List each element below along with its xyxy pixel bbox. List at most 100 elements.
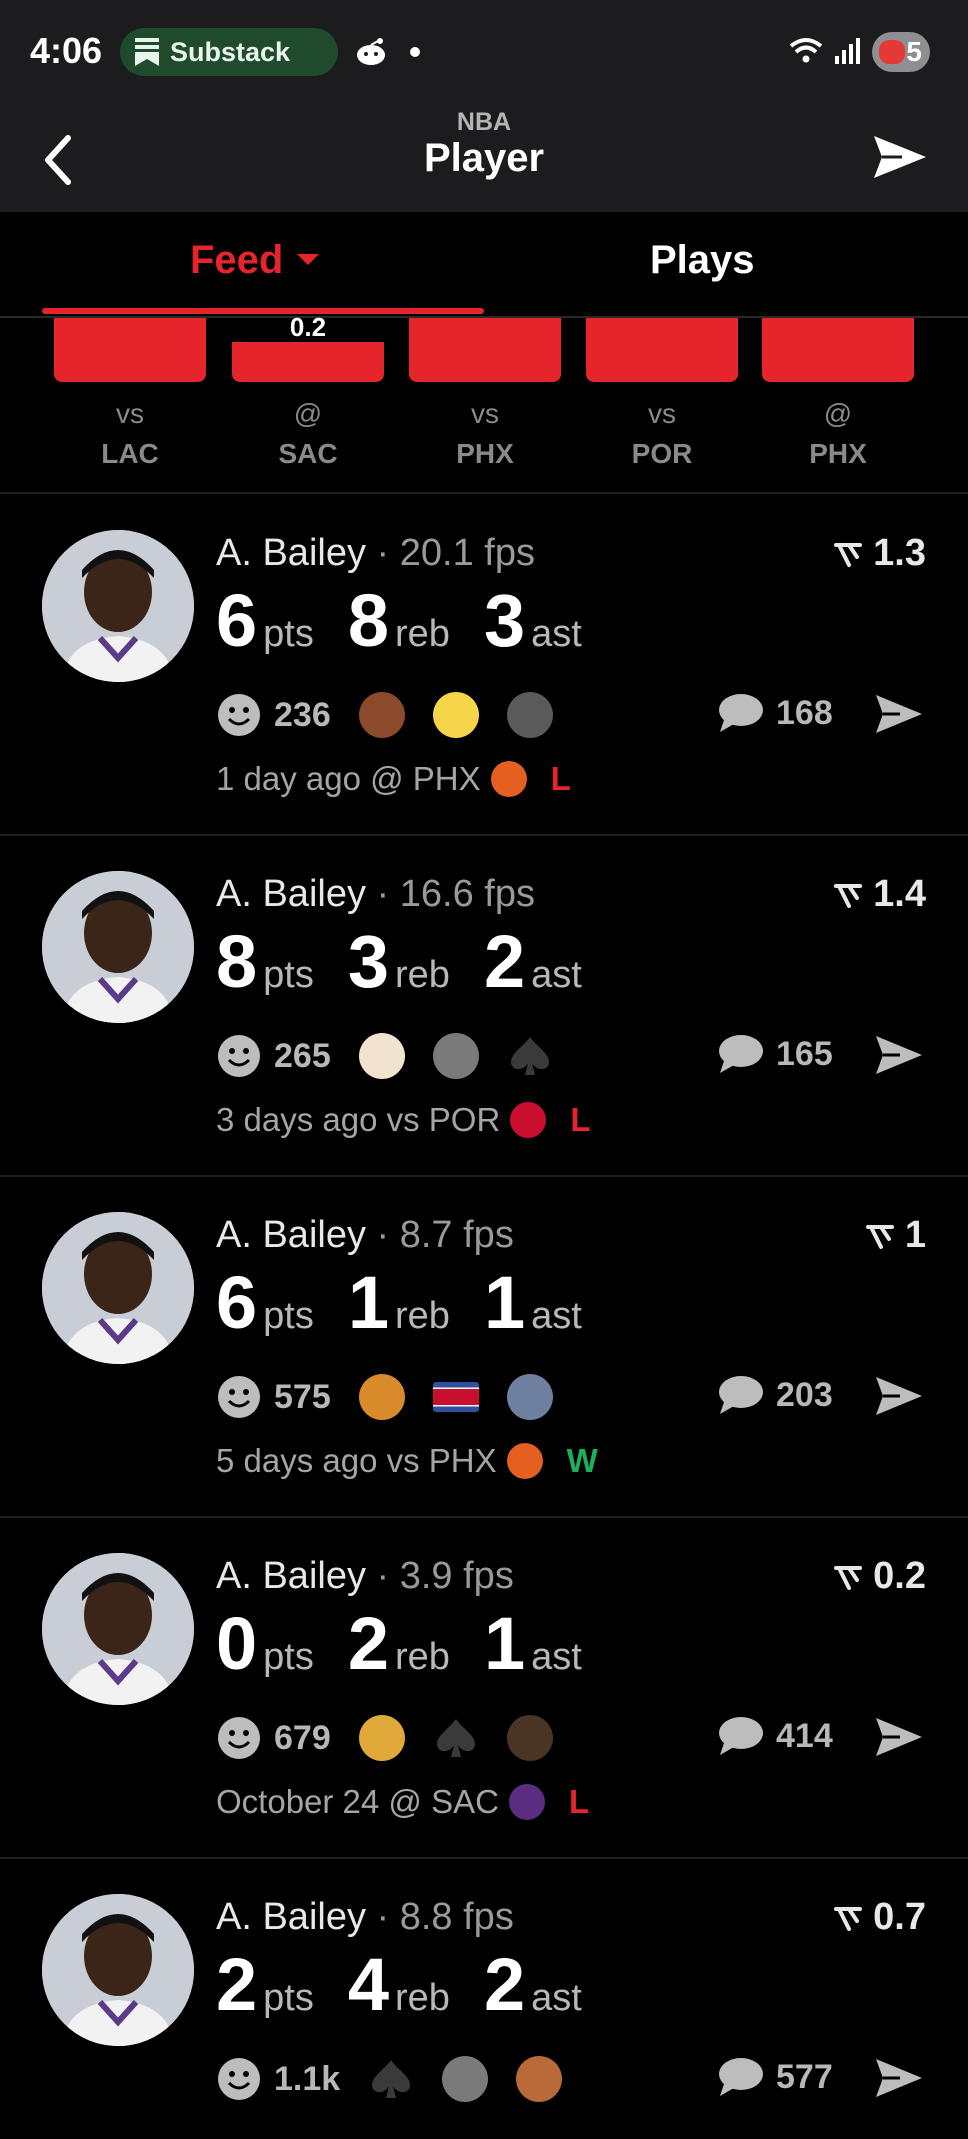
- comments-button[interactable]: 414: [716, 1715, 833, 1757]
- reaction-count[interactable]: 679: [274, 1719, 331, 1758]
- share-button[interactable]: [874, 2056, 924, 2105]
- smiley-reaction-icon[interactable]: [216, 1033, 262, 1079]
- share-send-icon[interactable]: [872, 132, 928, 182]
- player-name-line[interactable]: A. Bailey · 16.6 fps: [216, 873, 535, 916]
- spade-emoji[interactable]: [433, 1715, 479, 1761]
- comments-button[interactable]: 168: [716, 692, 833, 734]
- game-result: L: [570, 1101, 591, 1138]
- smiley-reaction-icon[interactable]: [216, 1374, 262, 1420]
- smiley-reaction-icon[interactable]: [216, 692, 262, 738]
- spade-emoji[interactable]: [507, 1033, 553, 1079]
- share-button[interactable]: [874, 692, 924, 741]
- rebounds-label: reb: [395, 1295, 450, 1337]
- reaction-count[interactable]: 1.1k: [274, 2060, 340, 2099]
- comments-button[interactable]: 203: [716, 1374, 833, 1416]
- feed-item[interactable]: A. Bailey · 8.7 fps 1 6 pts 1 reb 1 ast 575 203 5 …: [0, 1178, 968, 1518]
- rebounds-value: 2: [347, 1602, 390, 1685]
- points-label: pts: [263, 613, 314, 655]
- player-name-line[interactable]: A. Bailey · 3.9 fps: [216, 1555, 514, 1598]
- player-avatar[interactable]: [42, 1553, 194, 1705]
- game-info-line[interactable]: 3 days ago vs POR L: [216, 1101, 590, 1139]
- league-label: NBA: [456, 108, 512, 136]
- assists-label: ast: [531, 1977, 582, 2019]
- middle-finger-emoji[interactable]: [358, 1715, 405, 1761]
- stat-assists: 3 ast: [484, 584, 582, 658]
- player-avatar[interactable]: [42, 871, 194, 1023]
- player-name-line[interactable]: A. Bailey · 20.1 fps: [216, 532, 535, 575]
- reactions-row: 1.1k: [216, 2056, 590, 2102]
- game-column[interactable]: vs POR: [586, 318, 738, 494]
- spade-emoji[interactable]: [368, 2056, 414, 2102]
- reaction-count[interactable]: 575: [274, 1378, 331, 1417]
- game-column[interactable]: 0.2 @ SAC: [232, 312, 384, 494]
- clown-emoji[interactable]: [358, 1033, 405, 1079]
- rating-badge[interactable]: 1: [865, 1214, 926, 1257]
- tab-plays[interactable]: Plays: [650, 238, 755, 283]
- game-result: W: [566, 1442, 598, 1479]
- feed-item[interactable]: A. Bailey · 3.9 fps 0.2 0 pts 2 reb 1 ast 679 414…: [0, 1519, 968, 1859]
- fantasy-points: · 16.6 fps: [376, 873, 535, 915]
- player-photo-emoji[interactable]: [506, 1374, 553, 1420]
- fantasy-points: · 3.9 fps: [376, 1555, 514, 1597]
- stat-line: 6 pts 1 reb 1 ast: [216, 1266, 616, 1340]
- hatching-chick-emoji[interactable]: [432, 692, 479, 738]
- rating-value: 0.7: [873, 1896, 926, 1938]
- game-info-line[interactable]: 1 day ago @ PHX L: [216, 760, 571, 798]
- stat-points: 0 pts: [216, 1607, 314, 1681]
- substack-notification-pill[interactable]: Substack: [120, 28, 338, 76]
- points-value: 8: [216, 920, 258, 1003]
- game-column[interactable]: vs LAC: [54, 318, 206, 494]
- player-headshot: [42, 1894, 194, 2046]
- game-score-bar: [586, 318, 738, 382]
- game-column[interactable]: @ PHX: [762, 318, 914, 494]
- game-score-bar: [54, 318, 206, 382]
- game-column[interactable]: vs PHX: [409, 318, 561, 494]
- rating-badge[interactable]: 0.7: [833, 1896, 926, 1939]
- points-label: pts: [263, 1295, 314, 1337]
- feed-item[interactable]: A. Bailey · 20.1 fps 1.3 6 pts 8 reb 3 ast 236 16…: [0, 496, 968, 836]
- player-avatar[interactable]: [42, 530, 194, 682]
- rating-badge[interactable]: 0.2: [833, 1555, 926, 1598]
- basketball-hoop-emoji[interactable]: [506, 692, 553, 738]
- rating-badge[interactable]: 1.4: [833, 873, 926, 916]
- game-info-line[interactable]: October 24 @ SAC L: [216, 1783, 589, 1821]
- elderly-walker-emoji[interactable]: [442, 2056, 489, 2102]
- stat-line: 8 pts 3 reb 2 ast: [216, 925, 616, 999]
- feed-item[interactable]: A. Bailey · 16.6 fps 1.4 8 pts 3 reb 2 ast 265 16…: [0, 837, 968, 1177]
- substack-icon: [135, 38, 159, 66]
- player-name-line[interactable]: A. Bailey · 8.8 fps: [216, 1896, 514, 1939]
- feed-item[interactable]: A. Bailey · 8.8 fps 0.7 2 pts 4 reb 2 ast 1.1k 57…: [0, 1860, 968, 2139]
- comments-button[interactable]: 577: [716, 2056, 833, 2098]
- smiley-reaction-icon[interactable]: [216, 1715, 262, 1761]
- stat-assists: 2 ast: [484, 925, 582, 999]
- rating-badge[interactable]: 1.3: [833, 532, 926, 575]
- biohazard-emoji[interactable]: [358, 1374, 405, 1420]
- share-button[interactable]: [874, 1715, 924, 1764]
- reaction-count[interactable]: 265: [274, 1037, 331, 1076]
- stat-rebounds: 8 reb: [348, 584, 450, 658]
- player-face-emoji[interactable]: [506, 1715, 553, 1761]
- comment-bubble-icon: [719, 1376, 763, 1414]
- reaction-count[interactable]: 236: [274, 696, 331, 735]
- poop-emoji[interactable]: [358, 692, 405, 738]
- comment-count: 165: [776, 1034, 833, 1073]
- elderly-walker-emoji[interactable]: [432, 1033, 479, 1079]
- share-button[interactable]: [874, 1033, 924, 1082]
- share-button[interactable]: [874, 1374, 924, 1423]
- game-time-and-opponent: 1 day ago @ PHX: [216, 760, 481, 797]
- battery-saver-icon: [879, 40, 905, 64]
- game-score-bar: [409, 318, 561, 382]
- player-avatar[interactable]: [42, 1212, 194, 1364]
- smiley-reaction-icon[interactable]: [216, 2056, 262, 2102]
- rebounds-value: 4: [347, 1943, 390, 2026]
- game-info-line[interactable]: 5 days ago vs PHX W: [216, 1442, 598, 1480]
- tab-feed[interactable]: Feed: [190, 238, 320, 283]
- north-korea-flag-emoji[interactable]: [432, 1382, 479, 1412]
- comments-button[interactable]: 165: [716, 1033, 833, 1075]
- rating-value: 1.3: [873, 532, 926, 574]
- laughing-face-emoji[interactable]: [516, 2056, 563, 2102]
- comment-count: 168: [776, 693, 833, 732]
- player-avatar[interactable]: [42, 1894, 194, 2046]
- player-name-line[interactable]: A. Bailey · 8.7 fps: [216, 1214, 514, 1257]
- player-name: A. Bailey: [216, 532, 377, 574]
